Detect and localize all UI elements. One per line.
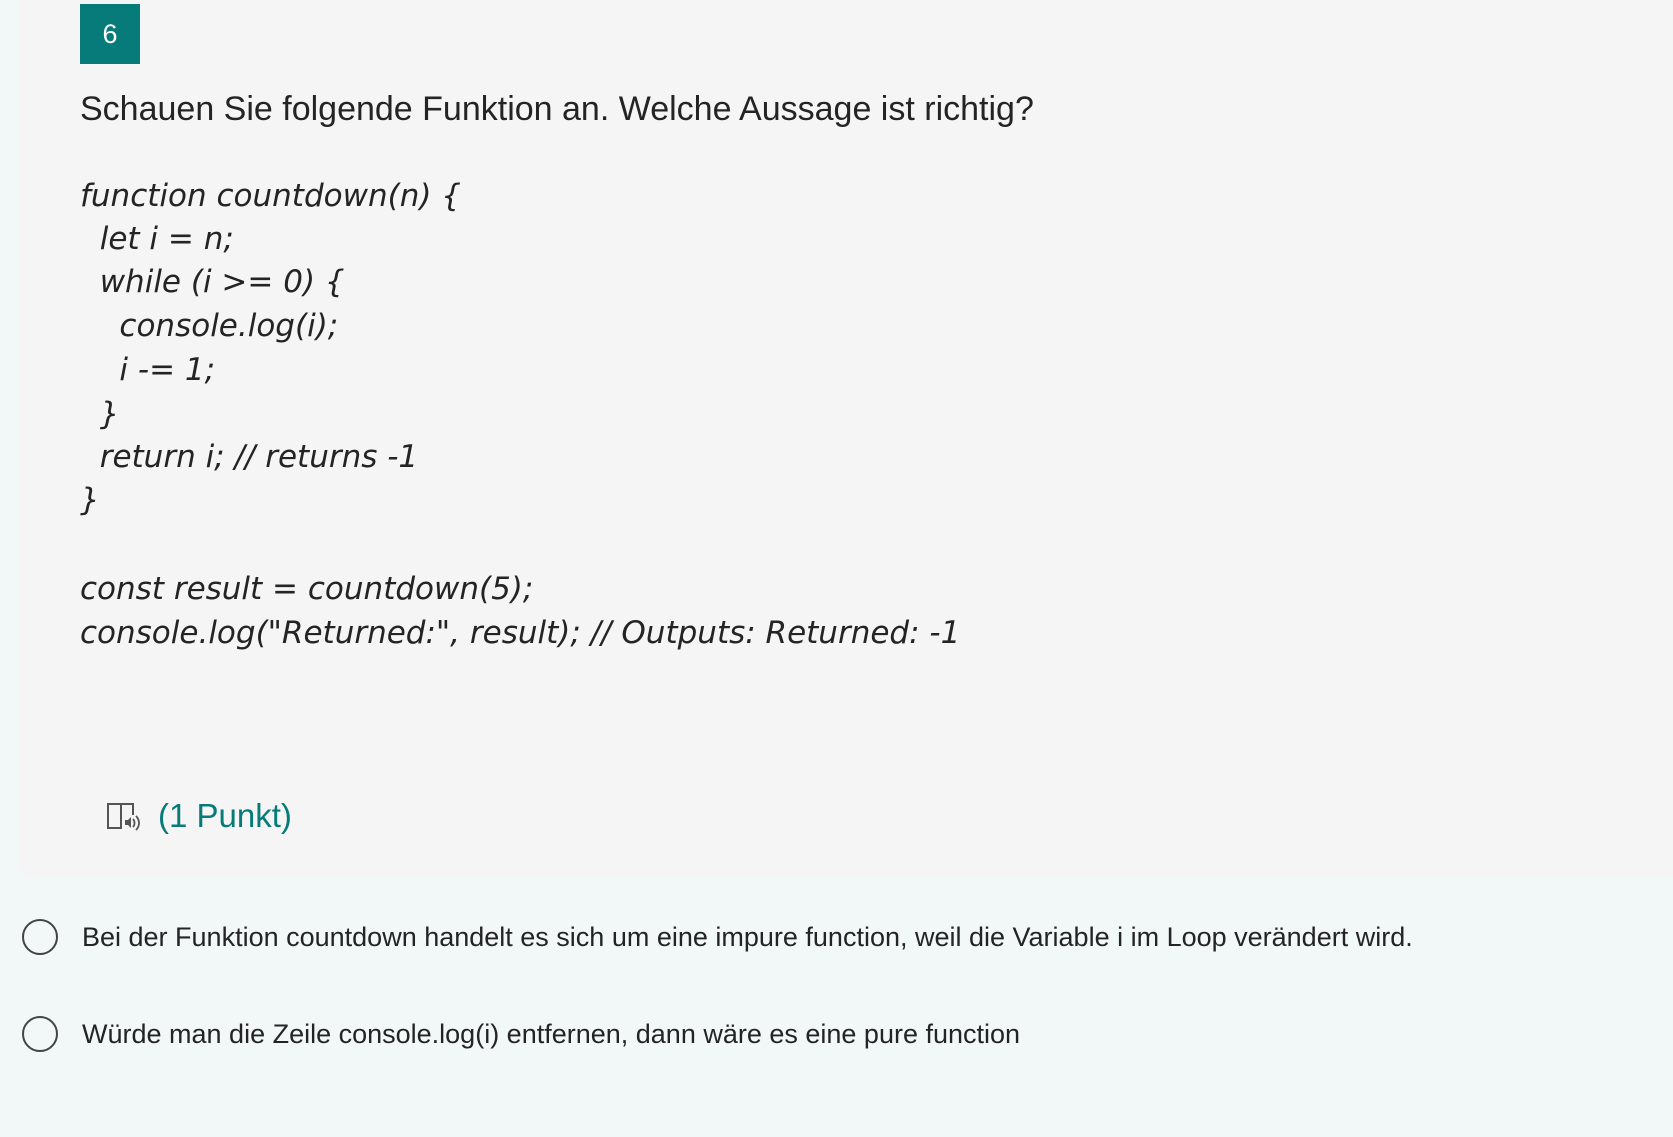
code-line: let i = n; [80, 221, 234, 257]
code-line: } [80, 396, 120, 432]
code-line: i -= 1; [80, 352, 216, 388]
question-points-row: (1 Punkt) [104, 792, 292, 840]
code-line: console.log("Returned:", result); // Out… [80, 615, 961, 651]
question-number-badge: 6 [80, 4, 140, 64]
radio-button[interactable] [22, 1016, 58, 1052]
question-card: 6 Schauen Sie folgende Funktion an. Welc… [20, 0, 1673, 876]
immersive-reader-icon[interactable] [104, 797, 142, 835]
code-line: } [80, 482, 100, 518]
code-line: console.log(i); [80, 308, 339, 344]
question-title: Schauen Sie folgende Funktion an. Welche… [80, 90, 1034, 128]
code-line: function countdown(n) { [80, 178, 462, 214]
radio-button[interactable] [22, 919, 58, 955]
code-line: while (i >= 0) { [80, 264, 345, 300]
answer-option-label: Würde man die Zeile console.log(i) entfe… [82, 1019, 1021, 1049]
code-line: return i; // returns -1 [80, 439, 419, 475]
points-label: (1 Punkt) [158, 797, 292, 834]
code-line: const result = countdown(5); [80, 571, 534, 607]
answer-option-label: Bei der Funktion countdown handelt es si… [82, 922, 1413, 952]
answer-option-2[interactable]: Würde man die Zeile console.log(i) entfe… [22, 1016, 1020, 1052]
answer-option-1[interactable]: Bei der Funktion countdown handelt es si… [22, 919, 1413, 955]
